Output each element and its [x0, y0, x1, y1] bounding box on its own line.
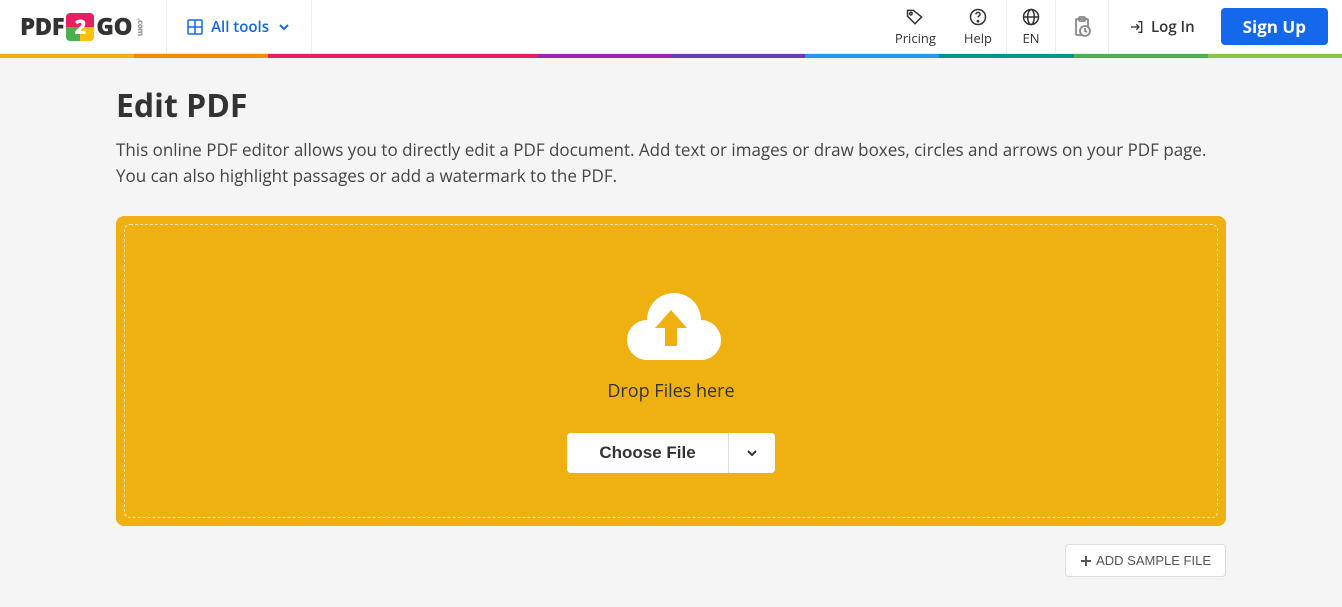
- plus-icon: [1080, 555, 1092, 567]
- login-label: Log In: [1151, 17, 1195, 37]
- nav-pricing[interactable]: Pricing: [881, 0, 950, 53]
- signup-label: Sign Up: [1243, 15, 1306, 38]
- globe-icon: [1021, 7, 1041, 27]
- tag-icon: [905, 7, 925, 27]
- nav-help-label: Help: [964, 29, 992, 47]
- help-icon: [968, 7, 988, 27]
- nav-history[interactable]: [1056, 0, 1109, 53]
- header: PDF GO .com All tools Pricing Help EN Lo…: [0, 0, 1342, 54]
- page-subtitle: This online PDF editor allows you to dir…: [116, 137, 1226, 188]
- dropzone-inner: Drop Files here Choose File: [124, 224, 1218, 518]
- cloud-upload-icon: [616, 285, 726, 365]
- add-sample-file-label: ADD SAMPLE FILE: [1096, 553, 1211, 568]
- choose-file-group: Choose File: [567, 433, 774, 473]
- signup-button[interactable]: Sign Up: [1221, 8, 1328, 45]
- drop-text: Drop Files here: [607, 379, 734, 403]
- rainbow-divider: [0, 54, 1342, 58]
- choose-file-dropdown[interactable]: [728, 433, 775, 473]
- logo-text-go: GO: [96, 10, 132, 43]
- page-title: Edit PDF: [116, 84, 1226, 127]
- logo[interactable]: PDF GO .com: [0, 0, 167, 53]
- chevron-down-icon: [745, 446, 759, 460]
- main-content: Edit PDF This online PDF editor allows y…: [116, 58, 1226, 607]
- choose-file-button[interactable]: Choose File: [567, 433, 727, 473]
- nav-language-label: EN: [1023, 29, 1040, 47]
- logo-square-icon: [66, 13, 94, 41]
- grid-icon: [187, 19, 203, 35]
- sample-row: ADD SAMPLE FILE: [116, 544, 1226, 577]
- nav-pricing-label: Pricing: [895, 29, 936, 47]
- add-sample-file-button[interactable]: ADD SAMPLE FILE: [1065, 544, 1226, 577]
- login-icon: [1129, 19, 1145, 35]
- chevron-down-icon: [277, 20, 291, 34]
- dropzone[interactable]: Drop Files here Choose File: [116, 216, 1226, 526]
- nav-language[interactable]: EN: [1007, 0, 1056, 53]
- clipboard-history-icon: [1070, 15, 1094, 39]
- logo-text-pdf: PDF: [20, 10, 64, 43]
- logo-dotcom: .com: [135, 18, 146, 36]
- all-tools-label: All tools: [211, 17, 269, 37]
- spacer: [312, 0, 881, 53]
- login-button[interactable]: Log In: [1109, 0, 1215, 53]
- all-tools-menu[interactable]: All tools: [167, 0, 312, 53]
- nav-help[interactable]: Help: [950, 0, 1007, 53]
